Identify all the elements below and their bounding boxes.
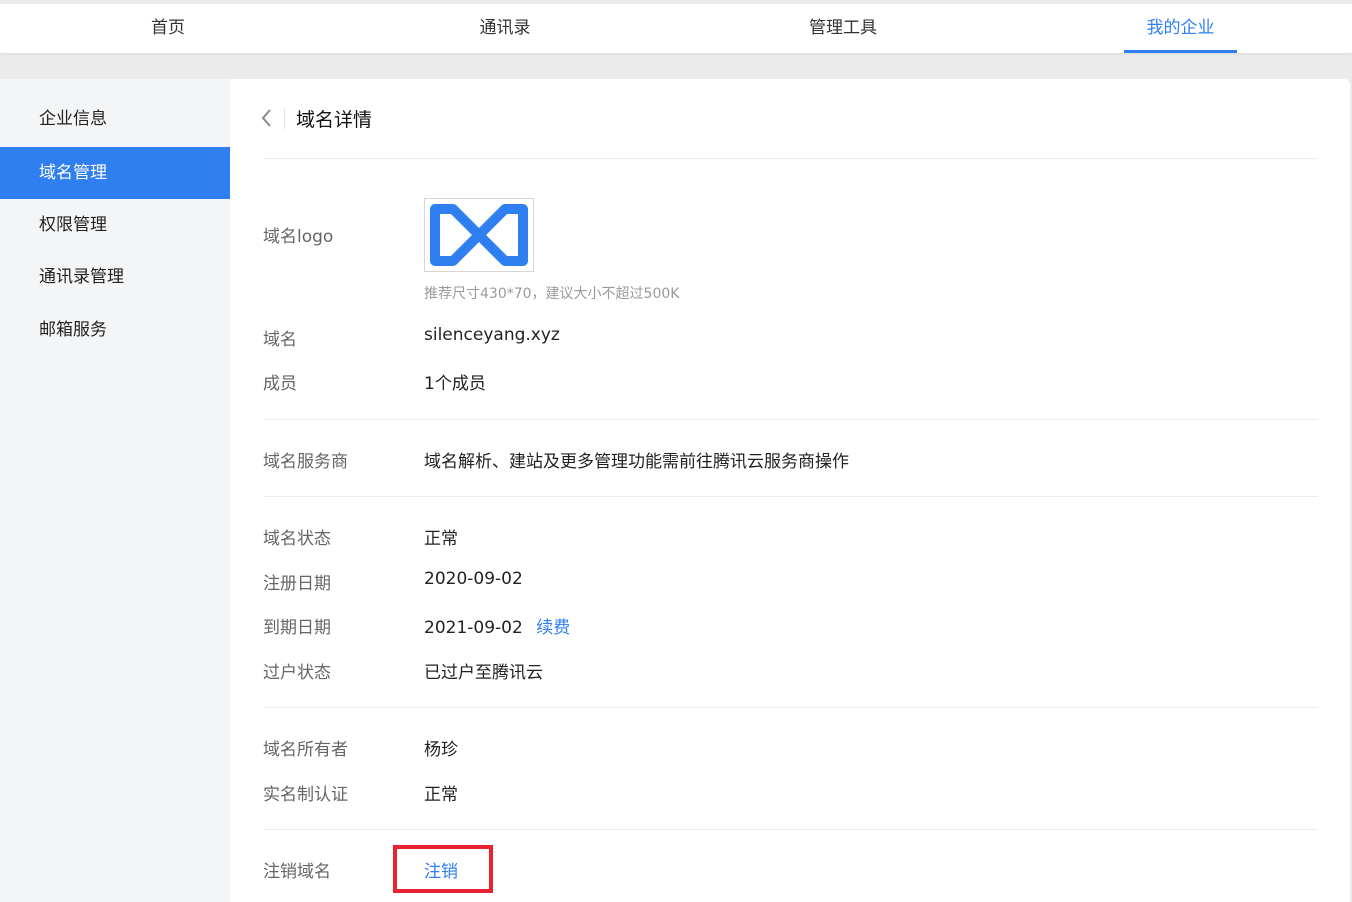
divider [263, 829, 1318, 830]
transfer-status-label: 过户状态 [263, 663, 331, 683]
divider [263, 419, 1318, 420]
members-value: 1个成员 [424, 374, 486, 394]
sidebar-item-mail-service[interactable]: 邮箱服务 [0, 304, 230, 356]
divider [263, 707, 1318, 708]
divider [263, 158, 1318, 159]
logo-label: 域名logo [263, 227, 334, 247]
owner-label: 域名所有者 [263, 740, 348, 760]
members-label: 成员 [263, 374, 297, 394]
sidebar-item-domain-management[interactable]: 域名管理 [0, 147, 230, 199]
realname-value: 正常 [424, 785, 458, 805]
registration-date-value: 2020-09-02 [424, 569, 523, 589]
top-navigation: 首页 通讯录 管理工具 我的企业 [0, 4, 1352, 53]
domain-detail-content: 域名详情 域名logo 推荐尺寸430*70，建议大小不超过500K 域名 si… [261, 79, 1318, 902]
provider-value: 域名解析、建站及更多管理功能需前往腾讯云服务商操作 [424, 452, 849, 472]
domain-label: 域名 [263, 330, 297, 350]
provider-label: 域名服务商 [263, 452, 348, 472]
expiry-date-row: 2021-09-02 续费 [424, 613, 570, 638]
owner-value: 杨珍 [424, 740, 458, 760]
registration-date-label: 注册日期 [263, 574, 331, 594]
nav-tab-contacts[interactable]: 通讯录 [450, 4, 560, 53]
nav-tab-my-enterprise[interactable]: 我的企业 [1124, 4, 1237, 53]
sidebar-item-permission-management[interactable]: 权限管理 [0, 199, 230, 251]
header-divider [284, 109, 285, 129]
sidebar-item-contacts-management[interactable]: 通讯录管理 [0, 251, 230, 303]
realname-label: 实名制认证 [263, 785, 348, 805]
expiry-date-label: 到期日期 [263, 618, 331, 638]
status-label: 域名状态 [263, 529, 331, 549]
sidebar-item-enterprise-info[interactable]: 企业信息 [0, 93, 230, 145]
status-value: 正常 [424, 529, 458, 549]
sidebar: 企业信息 域名管理 权限管理 通讯录管理 邮箱服务 [0, 79, 230, 902]
domain-logo-icon[interactable] [424, 198, 534, 272]
main-panel: 企业信息 域名管理 权限管理 通讯录管理 邮箱服务 域名详情 域名logo 推荐… [0, 79, 1350, 902]
divider [263, 496, 1318, 497]
nav-tab-admin-tools[interactable]: 管理工具 [785, 4, 901, 53]
domain-value: silenceyang.xyz [424, 325, 560, 345]
expiry-date-value: 2021-09-02 [424, 618, 523, 638]
page-title: 域名详情 [296, 109, 373, 131]
transfer-status-value: 已过户至腾讯云 [424, 663, 543, 683]
highlight-box [393, 845, 493, 893]
chevron-left-icon[interactable] [259, 107, 275, 129]
active-tab-indicator [1124, 50, 1237, 53]
renew-link[interactable]: 续费 [536, 618, 570, 638]
logo-size-hint: 推荐尺寸430*70，建议大小不超过500K [424, 286, 680, 302]
nav-tab-home[interactable]: 首页 [120, 4, 216, 53]
cancel-domain-label: 注销域名 [263, 862, 331, 882]
